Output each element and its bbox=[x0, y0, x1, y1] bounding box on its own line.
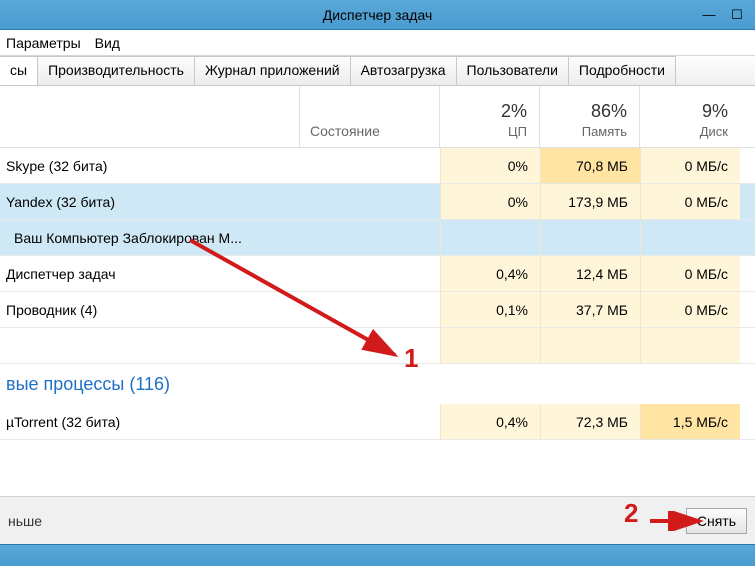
disk-cell bbox=[640, 220, 740, 255]
cpu-cell: 0,1% bbox=[440, 292, 540, 327]
col-cpu[interactable]: 2% ЦП bbox=[440, 86, 540, 147]
disk-cell: 0 МБ/с bbox=[640, 184, 740, 219]
annotation-arrow-1 bbox=[180, 230, 420, 380]
tab-details[interactable]: Подробности bbox=[568, 56, 676, 85]
cpu-cell bbox=[440, 220, 540, 255]
disk-cell: 0 МБ/с bbox=[640, 256, 740, 291]
memory-cell: 37,7 МБ bbox=[540, 292, 640, 327]
col-disk[interactable]: 9% Диск bbox=[640, 86, 740, 147]
disk-cell: 0 МБ/с bbox=[640, 292, 740, 327]
disk-label: Диск bbox=[700, 124, 728, 139]
table-header: Состояние 2% ЦП 86% Память 9% Диск bbox=[0, 86, 755, 148]
cpu-cell: 0,4% bbox=[440, 404, 540, 439]
minimize-button[interactable]: — bbox=[699, 8, 719, 22]
menu-view[interactable]: Вид bbox=[95, 35, 120, 51]
maximize-button[interactable]: ☐ bbox=[727, 8, 747, 22]
tab-users[interactable]: Пользователи bbox=[456, 56, 568, 85]
memory-cell: 12,4 МБ bbox=[540, 256, 640, 291]
memory-cell bbox=[540, 220, 640, 255]
memory-percent: 86% bbox=[591, 101, 627, 122]
cpu-cell: 0% bbox=[440, 148, 540, 183]
memory-cell: 70,8 МБ bbox=[540, 148, 640, 183]
col-name[interactable] bbox=[0, 86, 300, 147]
col-memory[interactable]: 86% Память bbox=[540, 86, 640, 147]
memory-cell: 173,9 МБ bbox=[540, 184, 640, 219]
footer: ньше Снять bbox=[0, 496, 755, 544]
process-name: Skype (32 бита) bbox=[0, 158, 300, 174]
bottom-bar bbox=[0, 544, 755, 566]
memory-label: Память bbox=[582, 124, 627, 139]
tab-startup[interactable]: Автозагрузка bbox=[350, 56, 456, 85]
tab-processes[interactable]: сы bbox=[0, 56, 37, 85]
annotation-arrow-2 bbox=[648, 511, 708, 531]
tabs: сы Производительность Журнал приложений … bbox=[0, 56, 755, 86]
process-name: µTorrent (32 бита) bbox=[0, 414, 300, 430]
disk-cell: 0 МБ/с bbox=[640, 148, 740, 183]
cpu-cell: 0,4% bbox=[440, 256, 540, 291]
memory-cell: 72,3 МБ bbox=[540, 404, 640, 439]
process-name: Yandex (32 бита) bbox=[0, 194, 300, 210]
cpu-percent: 2% bbox=[501, 101, 527, 122]
menubar: Параметры Вид bbox=[0, 30, 755, 56]
fewer-details-link[interactable]: ньше bbox=[8, 513, 42, 529]
process-row[interactable]: µTorrent (32 бита) 0,4% 72,3 МБ 1,5 МБ/с bbox=[0, 404, 755, 440]
disk-percent: 9% bbox=[702, 101, 728, 122]
disk-cell: 1,5 МБ/с bbox=[640, 404, 740, 439]
process-row[interactable]: Yandex (32 бита) 0% 173,9 МБ 0 МБ/с bbox=[0, 184, 755, 220]
menu-parameters[interactable]: Параметры bbox=[6, 35, 81, 51]
tab-app-history[interactable]: Журнал приложений bbox=[194, 56, 350, 85]
process-row[interactable]: Skype (32 бита) 0% 70,8 МБ 0 МБ/с bbox=[0, 148, 755, 184]
tab-performance[interactable]: Производительность bbox=[37, 56, 194, 85]
titlebar: Диспетчер задач — ☐ bbox=[0, 0, 755, 30]
col-status[interactable]: Состояние bbox=[300, 86, 440, 147]
annotation-number-1: 1 bbox=[404, 343, 418, 374]
cpu-cell: 0% bbox=[440, 184, 540, 219]
window-title: Диспетчер задач bbox=[323, 7, 433, 23]
cpu-label: ЦП bbox=[508, 124, 527, 139]
annotation-number-2: 2 bbox=[624, 498, 638, 529]
